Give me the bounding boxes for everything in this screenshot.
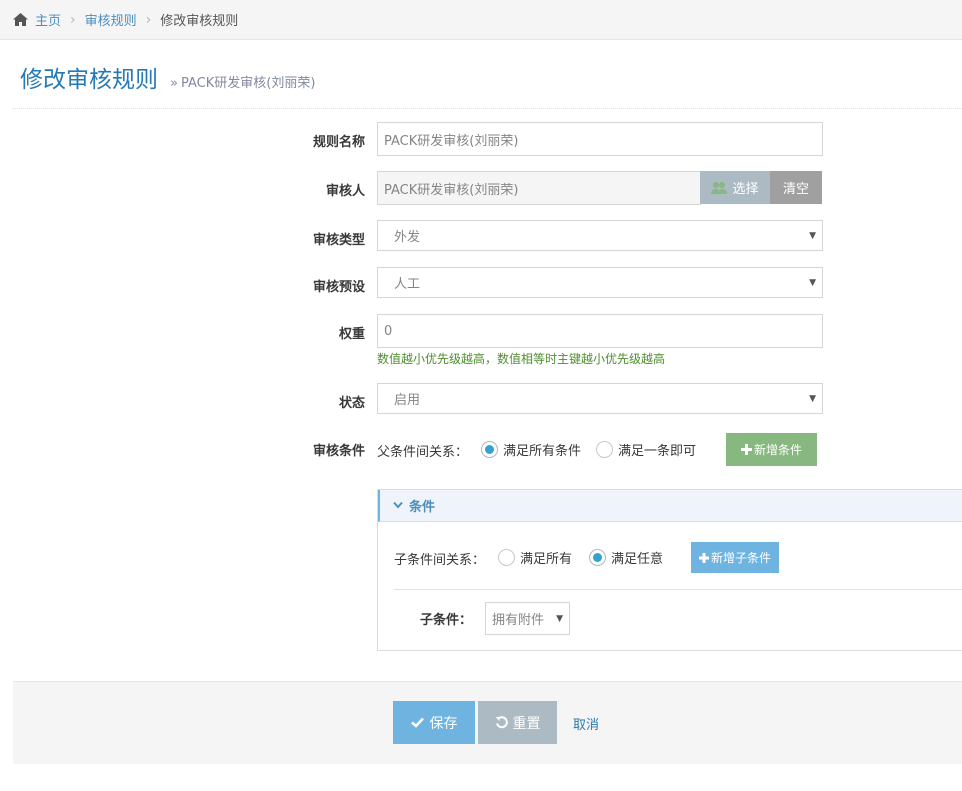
child-condition-value: 拥有附件 [492,613,545,628]
page-title: 修改审核规则 [20,67,158,93]
reviewer-value: PACK研发审核(刘丽荣) [384,182,519,198]
review-preset-label: 审核预设 [312,280,365,295]
cancel-link[interactable]: 取消 [573,714,599,733]
parent-relation-all-label: 满足所有条件 [503,444,582,459]
review-type-select[interactable]: 外发 ▼ [377,220,823,251]
reviewer-input: PACK研发审核(刘丽荣) [377,171,701,205]
plus-icon [698,552,709,563]
parent-relation-any-label: 满足一条即可 [618,444,697,459]
parent-relation-label: 父条件间关系： [377,445,469,460]
breadcrumb-current: 修改审核规则 [160,14,239,29]
breadcrumb-separator: › [145,11,152,28]
weight-label: 权重 [338,327,365,342]
chevron-down-icon [393,499,403,512]
child-relation-any-label: 满足任意 [611,552,664,567]
review-preset-value: 人工 [394,277,421,292]
weight-value: 0 [384,323,393,339]
review-type-label: 审核类型 [312,233,365,248]
weight-input[interactable]: 0 [377,314,823,348]
condition-panel-title: 条件 [409,500,436,515]
parent-relation-any-radio[interactable]: 满足一条即可 [596,440,696,459]
save-label: 保存 [429,715,458,732]
add-condition-label: 新增条件 [753,443,802,457]
review-type-value: 外发 [394,230,421,245]
page-header: 修改审核规则 » PACK研发审核(刘丽荣) [12,60,962,109]
weight-help-text: 数值越小优先级越高，数值相等时主键越小优先级越高 [377,352,666,366]
subtitle-text: PACK研发审核(刘丽荣) [180,76,316,91]
add-child-condition-button[interactable]: 新增子条件 [691,542,779,573]
save-button[interactable]: 保存 [393,701,475,744]
users-icon [711,181,728,195]
child-relation-all-radio[interactable]: 满足所有 [498,548,572,567]
breadcrumb-separator: › [70,11,76,28]
add-condition-button[interactable]: 新增条件 [726,433,817,466]
condition-panel: 条件 子条件间关系： 满足所有 满足任意 新增子条件 子条件： 拥有附件 ▼ [377,489,962,651]
caret-down-icon: ▼ [809,393,816,404]
status-select[interactable]: 启用 ▼ [377,383,823,414]
radio-unchecked-icon [498,549,515,566]
caret-down-icon: ▼ [556,613,563,624]
clear-reviewer-button[interactable]: 清空 [770,171,822,204]
choose-reviewer-button[interactable]: 选择 [700,171,770,204]
divider [394,589,962,590]
reset-label: 重置 [512,715,541,732]
caret-down-icon: ▼ [809,230,816,241]
child-condition-select[interactable]: 拥有附件 ▼ [485,602,570,635]
child-relation-label: 子条件间关系： [394,553,486,568]
rule-name-label: 规则名称 [312,135,365,150]
radio-unchecked-icon [596,441,613,458]
undo-icon [495,716,508,729]
radio-checked-icon [589,549,606,566]
breadcrumb-rules-link[interactable]: 审核规则 [85,10,137,29]
reset-button[interactable]: 重置 [478,701,557,744]
review-preset-select[interactable]: 人工 ▼ [377,267,823,298]
check-icon [410,717,424,728]
plus-icon [740,444,752,455]
rule-name-value: PACK研发审核(刘丽荣) [384,133,519,149]
breadcrumb: 主页 › 审核规则 › 修改审核规则 [0,0,962,40]
subtitle-marker: » [170,76,178,91]
condition-panel-header[interactable]: 条件 [378,490,962,522]
reviewer-label: 审核人 [325,184,365,199]
page-subtitle: » PACK研发审核(刘丽荣) [170,60,315,108]
choose-label: 选择 [732,182,759,197]
breadcrumb-home-link[interactable]: 主页 [35,10,61,29]
status-label: 状态 [338,396,365,411]
child-condition-label: 子条件： [420,613,473,628]
rule-name-input[interactable]: PACK研发审核(刘丽荣) [377,122,823,156]
child-relation-all-label: 满足所有 [520,552,573,567]
status-value: 启用 [394,393,421,408]
child-relation-any-radio[interactable]: 满足任意 [589,548,663,567]
home-icon [12,12,29,27]
radio-checked-icon [481,441,498,458]
add-child-condition-label: 新增子条件 [710,551,771,565]
conditions-label: 审核条件 [312,444,365,459]
parent-relation-all-radio[interactable]: 满足所有条件 [481,440,581,459]
caret-down-icon: ▼ [809,277,816,288]
form-actions: 保存 重置 取消 [13,681,962,764]
